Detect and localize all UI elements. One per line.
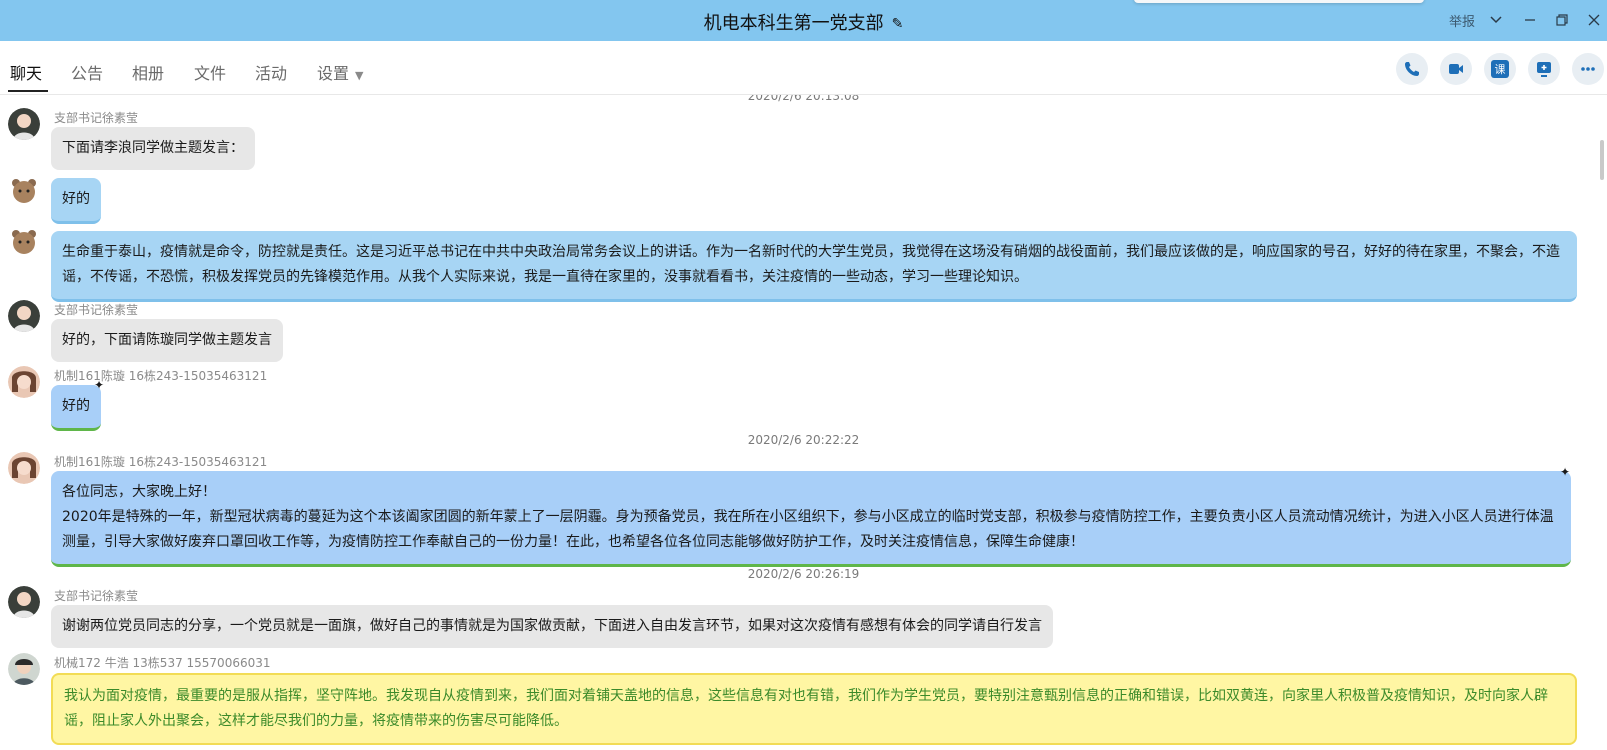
- timestamp: 2020/2/6 20:13:08: [747, 95, 860, 103]
- video-icon: [1449, 64, 1463, 74]
- tab-files[interactable]: 文件: [194, 60, 226, 84]
- group-name: 机电本科生第一党支部: [703, 13, 884, 34]
- chat-history[interactable]: 2020/2/6 20:13:08 支部书记徐素莹 下面请李浪同学做主题发言： …: [0, 95, 1607, 750]
- title-bar: 机电本科生第一党支部 ✎ 举报: [0, 0, 1607, 41]
- sender-name: 支部书记徐素莹: [54, 589, 139, 603]
- message-bubble[interactable]: 下面请李浪同学做主题发言：: [51, 127, 255, 170]
- message-bubble[interactable]: 谢谢两位党员同志的分享，一个党员就是一面旗，做好自己的事情就是为国家做贡献，下面…: [51, 605, 1053, 648]
- sender-name: 支部书记徐素莹: [54, 303, 139, 317]
- active-tab-indicator: [8, 90, 48, 92]
- sender-name: 机制161陈璇 16栋243-15035463121: [54, 455, 268, 469]
- window-title: 机电本科生第一党支部 ✎: [0, 9, 1607, 35]
- avatar[interactable]: [8, 586, 40, 618]
- sender-name: 机械172 牛浩 13栋537 15570066031: [54, 656, 271, 670]
- avatar[interactable]: [8, 175, 40, 207]
- message-bubble[interactable]: 生命重于泰山，疫情就是命令，防控就是责任。这是习近平总书记在中共中央政治局常务会…: [51, 231, 1577, 302]
- more-button[interactable]: [1572, 53, 1604, 85]
- edit-icon[interactable]: ✎: [892, 16, 904, 32]
- report-link[interactable]: 举报: [1449, 11, 1475, 30]
- timestamp: 2020/2/6 20:22:22: [747, 433, 860, 447]
- avatar[interactable]: [8, 300, 40, 332]
- message-line: 2020年是特殊的一年，新型冠状病毒的蔓延为这个本该阖家团圆的新年蒙上了一层阴霾…: [62, 509, 1554, 550]
- message-bubble[interactable]: 好的: [51, 178, 101, 224]
- pinwheel-icon: ✦: [1560, 465, 1571, 479]
- chevron-down-icon[interactable]: [1484, 8, 1508, 32]
- screen-share-button[interactable]: [1528, 53, 1560, 85]
- timestamp: 2020/2/6 20:26:19: [747, 567, 860, 581]
- avatar[interactable]: [8, 366, 40, 398]
- class-button[interactable]: 课: [1484, 53, 1516, 85]
- avatar[interactable]: [8, 653, 40, 685]
- minimize-icon[interactable]: [1518, 8, 1542, 32]
- message-bubble[interactable]: 好的，下面请陈璇同学做主题发言: [51, 319, 283, 362]
- tab-announcement[interactable]: 公告: [71, 60, 103, 84]
- pinwheel-icon: ✦: [94, 378, 105, 392]
- chevron-down-icon: ▼: [355, 69, 364, 82]
- phone-icon: [1405, 62, 1419, 76]
- tab-chat[interactable]: 聊天: [10, 60, 42, 84]
- restore-icon[interactable]: [1550, 8, 1574, 32]
- call-button[interactable]: [1396, 53, 1428, 85]
- screen-share-icon: [1537, 62, 1551, 77]
- sender-name: 机制161陈璇 16栋243-15035463121: [54, 369, 268, 383]
- message-line: 各位同志，大家晚上好！: [62, 484, 216, 500]
- avatar[interactable]: [8, 226, 40, 258]
- tab-settings[interactable]: 设置 ▼: [317, 60, 363, 84]
- class-icon: 课: [1491, 60, 1509, 78]
- close-icon[interactable]: [1582, 8, 1606, 32]
- avatar[interactable]: [8, 108, 40, 140]
- tab-activity[interactable]: 活动: [255, 60, 287, 84]
- message-bubble[interactable]: 我认为面对疫情，最重要的是服从指挥，坚守阵地。我发现自从疫情到来，我们面对着铺天…: [51, 673, 1577, 745]
- message-bubble[interactable]: 各位同志，大家晚上好！ 2020年是特殊的一年，新型冠状病毒的蔓延为这个本该阖家…: [51, 471, 1571, 567]
- more-icon: [1581, 67, 1595, 71]
- video-call-button[interactable]: [1440, 53, 1472, 85]
- tab-bar: 聊天 公告 相册 文件 活动 设置 ▼ 课: [0, 41, 1607, 95]
- sender-name: 支部书记徐素莹: [54, 111, 139, 125]
- scrollbar-thumb[interactable]: [1600, 140, 1604, 180]
- avatar[interactable]: [8, 452, 40, 484]
- notification-strip: [1134, 0, 1424, 3]
- tab-album[interactable]: 相册: [132, 60, 164, 84]
- tab-settings-label: 设置: [317, 64, 350, 83]
